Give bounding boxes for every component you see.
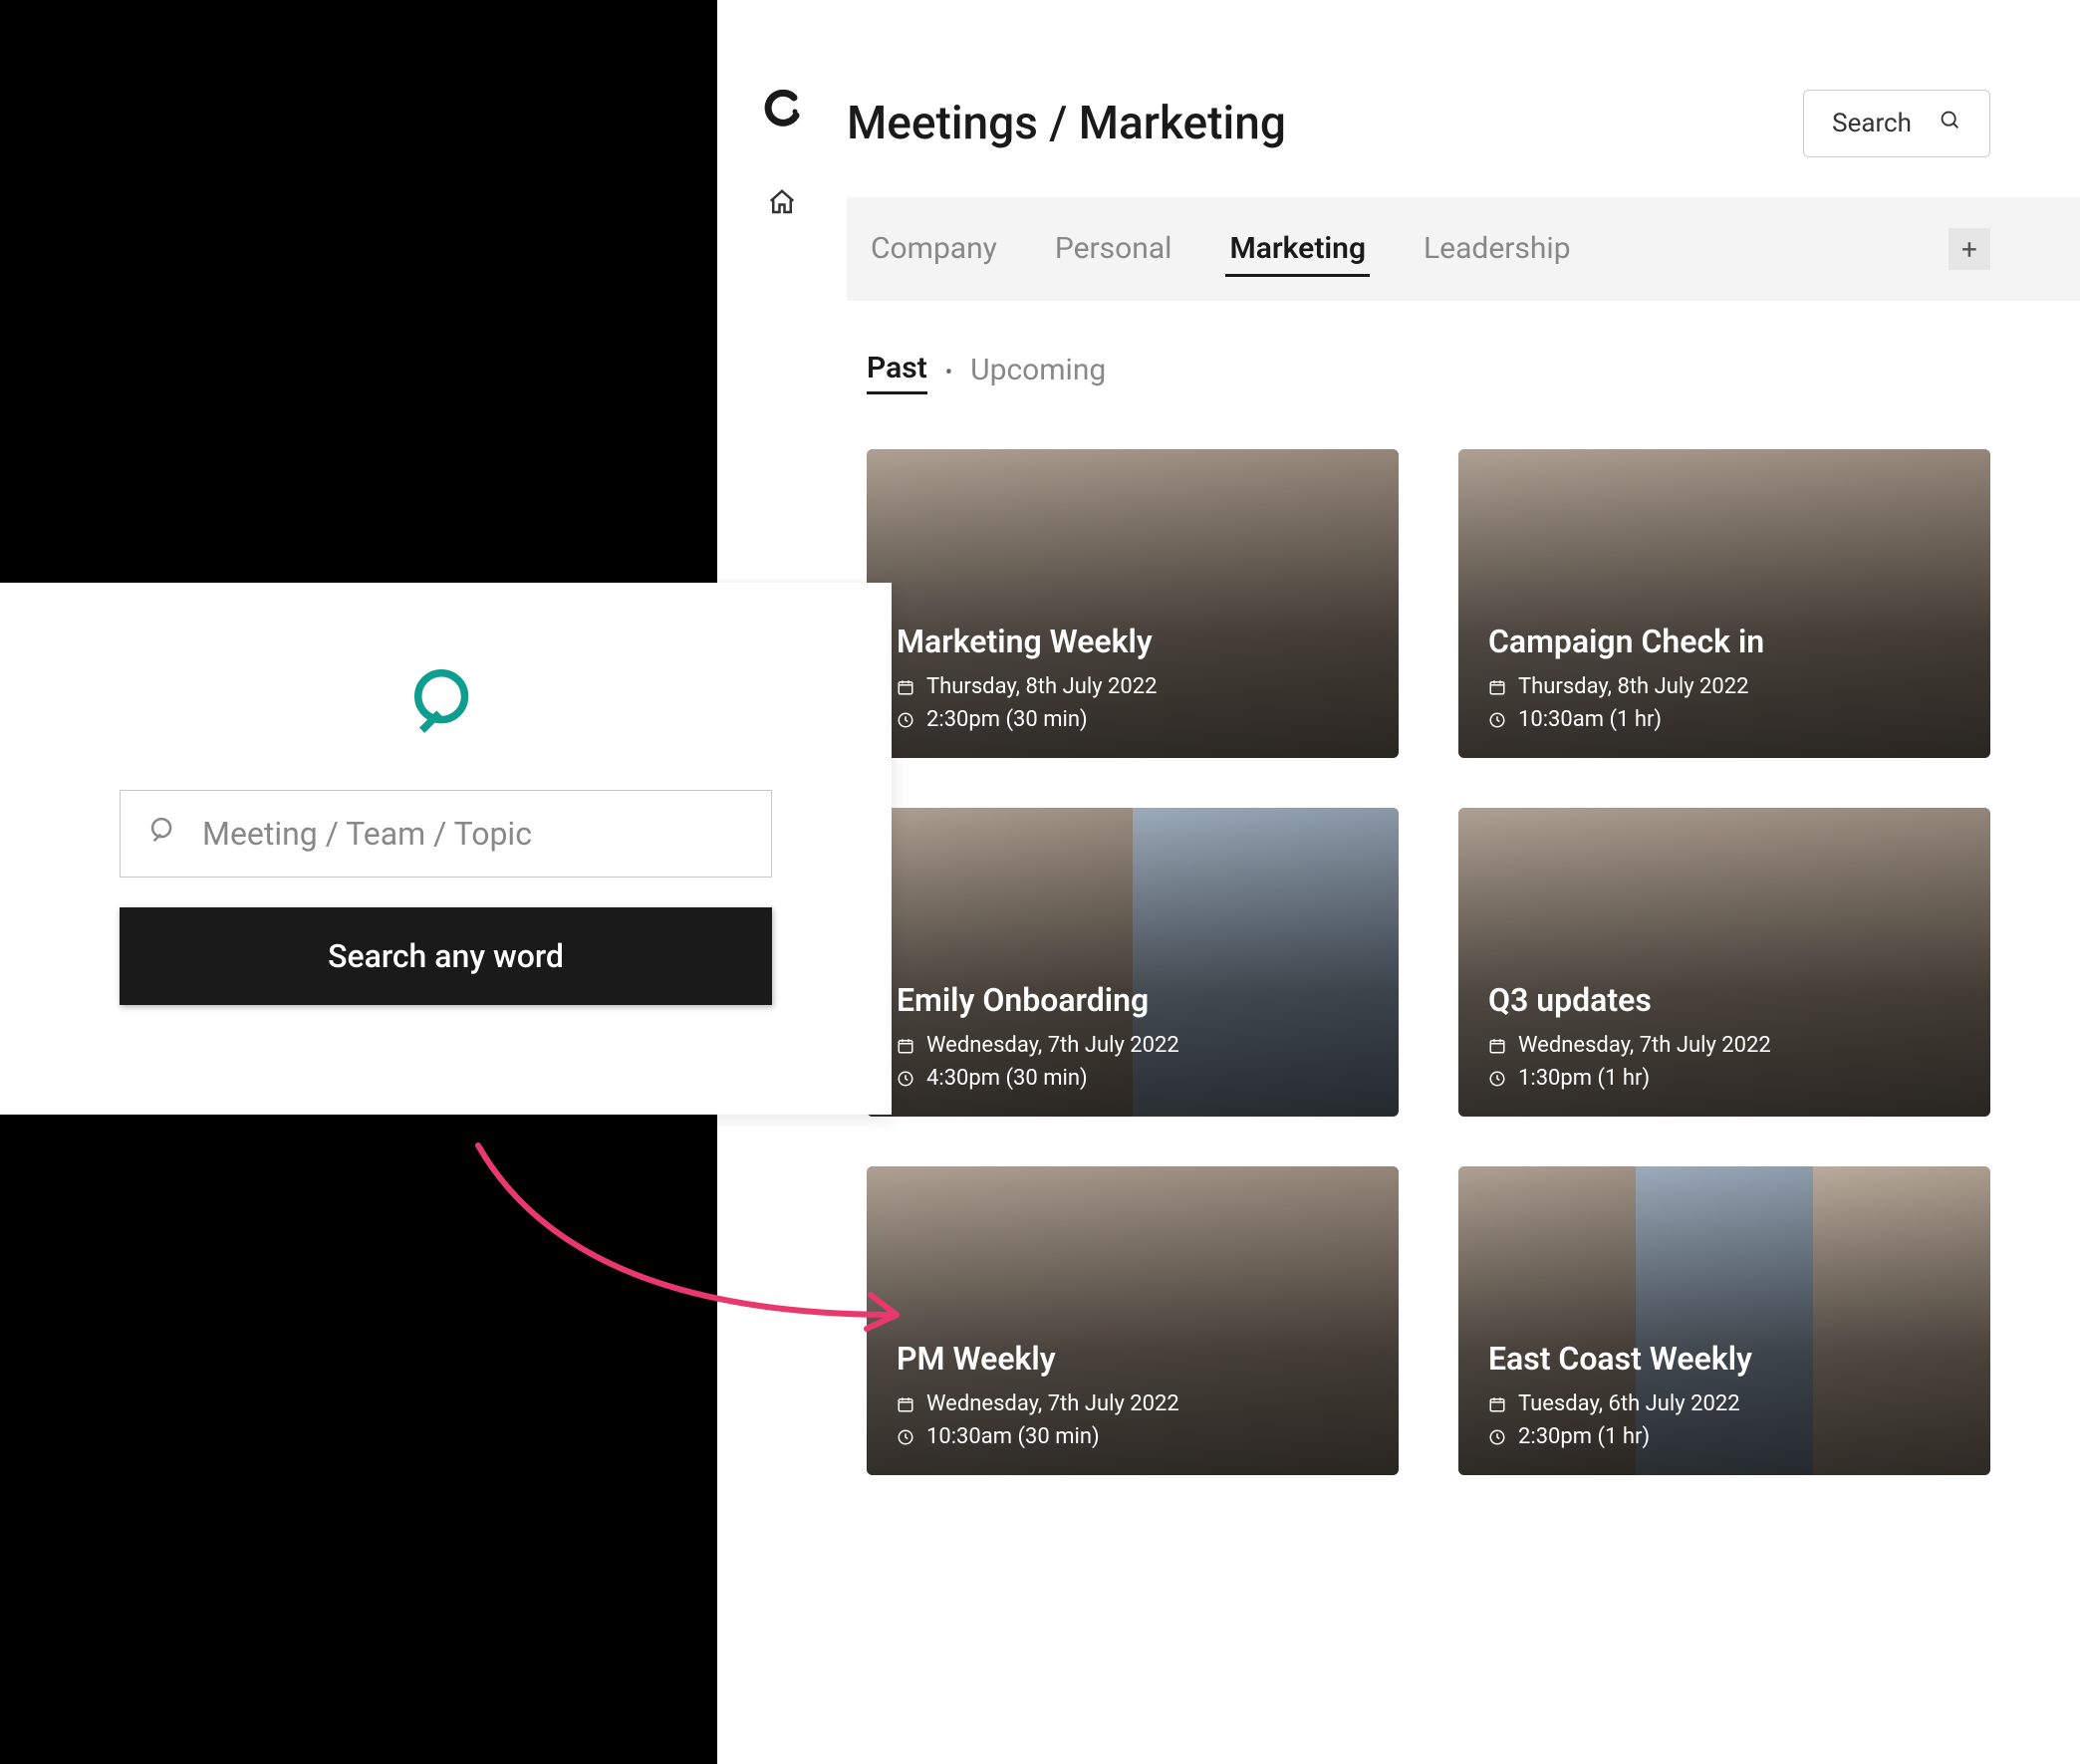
- filter-past[interactable]: Past: [867, 351, 927, 394]
- overlay-search-input[interactable]: Meeting / Team / Topic: [120, 790, 772, 878]
- tab-marketing[interactable]: Marketing: [1225, 221, 1370, 277]
- meeting-card-emily-onboarding[interactable]: Emily Onboarding Wednesday, 7th July 202…: [867, 808, 1399, 1117]
- search-box[interactable]: Search: [1803, 90, 1990, 157]
- card-time: 10:30am (30 min): [926, 1424, 1100, 1449]
- meeting-card-q3-updates[interactable]: Q3 updates Wednesday, 7th July 2022 1:30…: [1458, 808, 1990, 1117]
- filter-upcoming[interactable]: Upcoming: [970, 353, 1106, 393]
- card-date: Tuesday, 6th July 2022: [1518, 1391, 1740, 1416]
- app-logo-icon: [763, 90, 801, 127]
- search-icon: [148, 815, 178, 853]
- card-title: Q3 updates: [1488, 981, 1960, 1019]
- card-time: 4:30pm (30 min): [926, 1066, 1088, 1091]
- meeting-card-pm-weekly[interactable]: PM Weekly Wednesday, 7th July 2022 10:30…: [867, 1166, 1399, 1475]
- content-area: Past • Upcoming Marketing Weekly Thursda…: [847, 301, 2080, 1764]
- filter-row: Past • Upcoming: [867, 351, 1990, 394]
- tab-leadership[interactable]: Leadership: [1420, 221, 1575, 277]
- card-time: 2:30pm (1 hr): [1518, 1424, 1650, 1449]
- breadcrumb: Meetings / Marketing: [847, 97, 1286, 150]
- tabs-bar: Company Personal Marketing Leadership +: [847, 197, 2080, 301]
- card-time: 10:30am (1 hr): [1518, 707, 1662, 732]
- search-icon: [1940, 109, 1961, 138]
- main-content: Meetings / Marketing Search Company Pers…: [847, 0, 2080, 1764]
- card-date: Wednesday, 7th July 2022: [926, 1033, 1179, 1058]
- app-window: Meetings / Marketing Search Company Pers…: [717, 0, 2080, 1764]
- tab-company[interactable]: Company: [867, 221, 1001, 277]
- card-title: Campaign Check in: [1488, 623, 1960, 660]
- card-title: PM Weekly: [897, 1340, 1369, 1378]
- meetings-grid: Marketing Weekly Thursday, 8th July 2022…: [867, 449, 1990, 1475]
- card-title: East Coast Weekly: [1488, 1340, 1960, 1378]
- search-label: Search: [1832, 109, 1912, 138]
- add-tab-button[interactable]: +: [1949, 228, 1990, 270]
- plus-icon: +: [1961, 233, 1977, 266]
- meeting-card-campaign-check-in[interactable]: Campaign Check in Thursday, 8th July 202…: [1458, 449, 1990, 758]
- home-icon[interactable]: [767, 187, 797, 217]
- tab-personal[interactable]: Personal: [1051, 221, 1176, 277]
- filter-separator: •: [945, 361, 952, 385]
- card-date: Wednesday, 7th July 2022: [1518, 1033, 1771, 1058]
- search-large-icon: [120, 662, 772, 740]
- search-overlay: Meeting / Team / Topic Search any word: [0, 583, 892, 1115]
- card-date: Thursday, 8th July 2022: [926, 674, 1158, 699]
- overlay-button-label: Search any word: [328, 937, 564, 975]
- card-date: Wednesday, 7th July 2022: [926, 1391, 1179, 1416]
- card-date: Thursday, 8th July 2022: [1518, 674, 1749, 699]
- card-title: Marketing Weekly: [897, 623, 1369, 660]
- overlay-search-button[interactable]: Search any word: [120, 907, 772, 1005]
- tabs: Company Personal Marketing Leadership: [867, 197, 1575, 301]
- meeting-card-east-coast-weekly[interactable]: East Coast Weekly Tuesday, 6th July 2022…: [1458, 1166, 1990, 1475]
- card-title: Emily Onboarding: [897, 981, 1369, 1019]
- header: Meetings / Marketing Search: [847, 0, 2080, 197]
- overlay-placeholder: Meeting / Team / Topic: [202, 815, 532, 853]
- card-time: 1:30pm (1 hr): [1518, 1066, 1650, 1091]
- card-time: 2:30pm (30 min): [926, 707, 1088, 732]
- meeting-card-marketing-weekly[interactable]: Marketing Weekly Thursday, 8th July 2022…: [867, 449, 1399, 758]
